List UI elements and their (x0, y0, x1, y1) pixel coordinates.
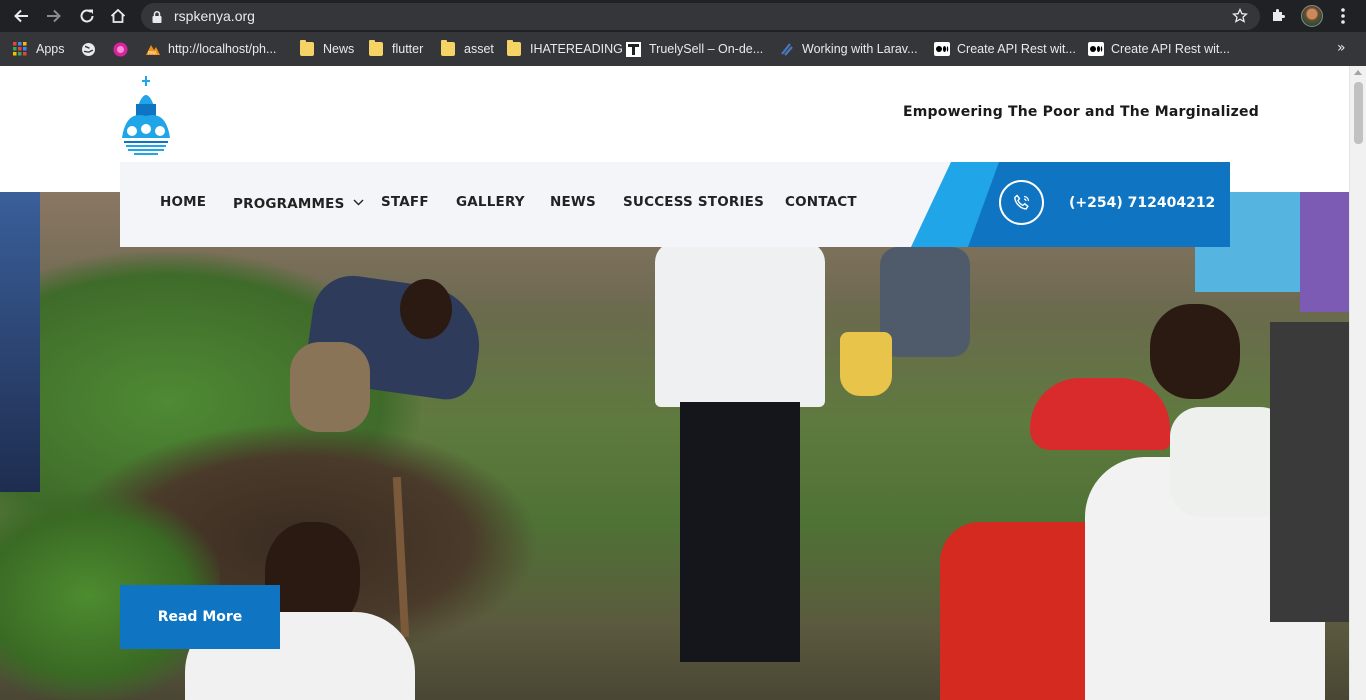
bookmark-label: Create API Rest wit... (957, 42, 1076, 56)
bookmark-apps[interactable]: Apps (13, 39, 65, 59)
profile-avatar[interactable] (1301, 5, 1323, 27)
bookmark-label: TruelySell – On-de... (649, 42, 764, 56)
nav-staff[interactable]: STAFF (381, 194, 429, 210)
bookmark-label: Working with Larav... (802, 42, 918, 56)
extensions-puzzle-icon[interactable] (1270, 6, 1288, 28)
bookmark-folder-flutter[interactable]: flutter (369, 39, 423, 59)
hero-man-trousers-shape (680, 402, 800, 662)
bookmark-folder-asset[interactable]: asset (441, 39, 494, 59)
nav-programmes[interactable]: PROGRAMMES (233, 194, 364, 212)
bookmark-folder-ihatereading[interactable]: IHATEREADING (507, 39, 623, 59)
hero-bucket-shape (840, 332, 892, 396)
bookmark-label: flutter (392, 42, 424, 56)
medium-icon (934, 42, 950, 56)
laravel-icon (779, 42, 793, 56)
site-logo[interactable] (120, 76, 172, 156)
bookmark-label: Create API Rest wit... (1111, 42, 1230, 56)
hero-right-man-shape (1270, 322, 1349, 622)
page-scrollbar[interactable] (1349, 66, 1366, 700)
scroll-up-arrow-icon[interactable] (1354, 70, 1362, 75)
home-icon[interactable] (106, 4, 130, 28)
nav-success-stories[interactable]: SUCCESS STORIES (623, 194, 764, 210)
bookmark-folder-news[interactable]: News (300, 39, 354, 59)
svg-text:PMA: PMA (148, 51, 157, 56)
nav-gallery[interactable]: GALLERY (456, 194, 525, 210)
folder-icon (441, 40, 455, 56)
bookmark-localhost[interactable]: PMA http://localhost/ph... (145, 39, 276, 59)
hero-worker-shorts-shape (290, 342, 370, 432)
folder-icon (507, 40, 521, 56)
scroll-thumb[interactable] (1354, 82, 1363, 144)
hero-child-shape (880, 247, 970, 357)
read-more-button[interactable]: Read More (120, 585, 280, 649)
hero-man-head-shape (1150, 304, 1240, 399)
bookmark-globe[interactable] (81, 39, 104, 59)
site-tagline: Empowering The Poor and The Marginalized (903, 104, 1259, 120)
browser-toolbar: rspkenya.org (0, 0, 1366, 32)
medium-icon (1088, 42, 1104, 56)
pink-app-icon (113, 42, 128, 57)
back-icon[interactable] (9, 4, 33, 28)
main-navigation: HOME PROGRAMMES STAFF GALLERY NEWS SUCCE… (120, 162, 1230, 247)
folder-icon (300, 40, 314, 56)
phone-icon (999, 180, 1044, 225)
nav-programmes-label: PROGRAMMES (233, 196, 345, 212)
bookmark-label: http://localhost/ph... (168, 42, 277, 56)
bookmark-label: IHATEREADING (530, 42, 623, 56)
bookmark-truelysell[interactable]: TruelySell – On-de... (626, 39, 763, 59)
folder-icon (369, 40, 383, 56)
nav-contact[interactable]: CONTACT (785, 194, 857, 210)
bookmark-medium-2[interactable]: Create API Rest wit... (1088, 39, 1230, 59)
apps-grid-icon (13, 42, 27, 56)
bookmark-star-icon[interactable] (1231, 7, 1249, 28)
nav-home[interactable]: HOME (160, 194, 206, 210)
globe-icon (81, 42, 95, 56)
forward-icon[interactable] (42, 4, 66, 28)
url-text: rspkenya.org (174, 8, 255, 24)
bookmark-label: asset (464, 42, 494, 56)
hero-purple-shirt-shape (1300, 192, 1349, 312)
nav-news[interactable]: NEWS (550, 194, 596, 210)
localhost-icon: PMA (145, 42, 160, 56)
hero-man-shirt-shape (655, 242, 825, 407)
bookmark-pink-app[interactable] (113, 39, 136, 59)
bookmark-label: News (323, 42, 355, 56)
hero-left-person-shape (0, 192, 40, 492)
phone-contact-box[interactable]: (+254) 712404212 (911, 162, 1230, 247)
bookmarks-bar: Apps PMA http://localhost/ph... News flu… (0, 32, 1366, 66)
bookmark-laravel[interactable]: Working with Larav... (779, 39, 918, 59)
chevron-down-icon (353, 194, 364, 210)
phone-number[interactable]: (+254) 712404212 (1069, 195, 1215, 211)
hero-worker-head-shape (400, 279, 452, 339)
hero-red-cap-shape (1030, 378, 1170, 450)
bookmark-label: Apps (36, 42, 65, 56)
bookmark-medium-1[interactable]: Create API Rest wit... (934, 39, 1076, 59)
chrome-menu-icon[interactable] (1340, 7, 1346, 29)
lock-icon (151, 9, 163, 28)
bookmarks-overflow-icon[interactable]: » (1337, 40, 1346, 56)
truelysell-icon (626, 42, 641, 57)
address-bar[interactable]: rspkenya.org (141, 3, 1260, 30)
reload-icon[interactable] (75, 4, 99, 28)
web-page: Empowering The Poor and The Marginalized… (0, 66, 1349, 700)
